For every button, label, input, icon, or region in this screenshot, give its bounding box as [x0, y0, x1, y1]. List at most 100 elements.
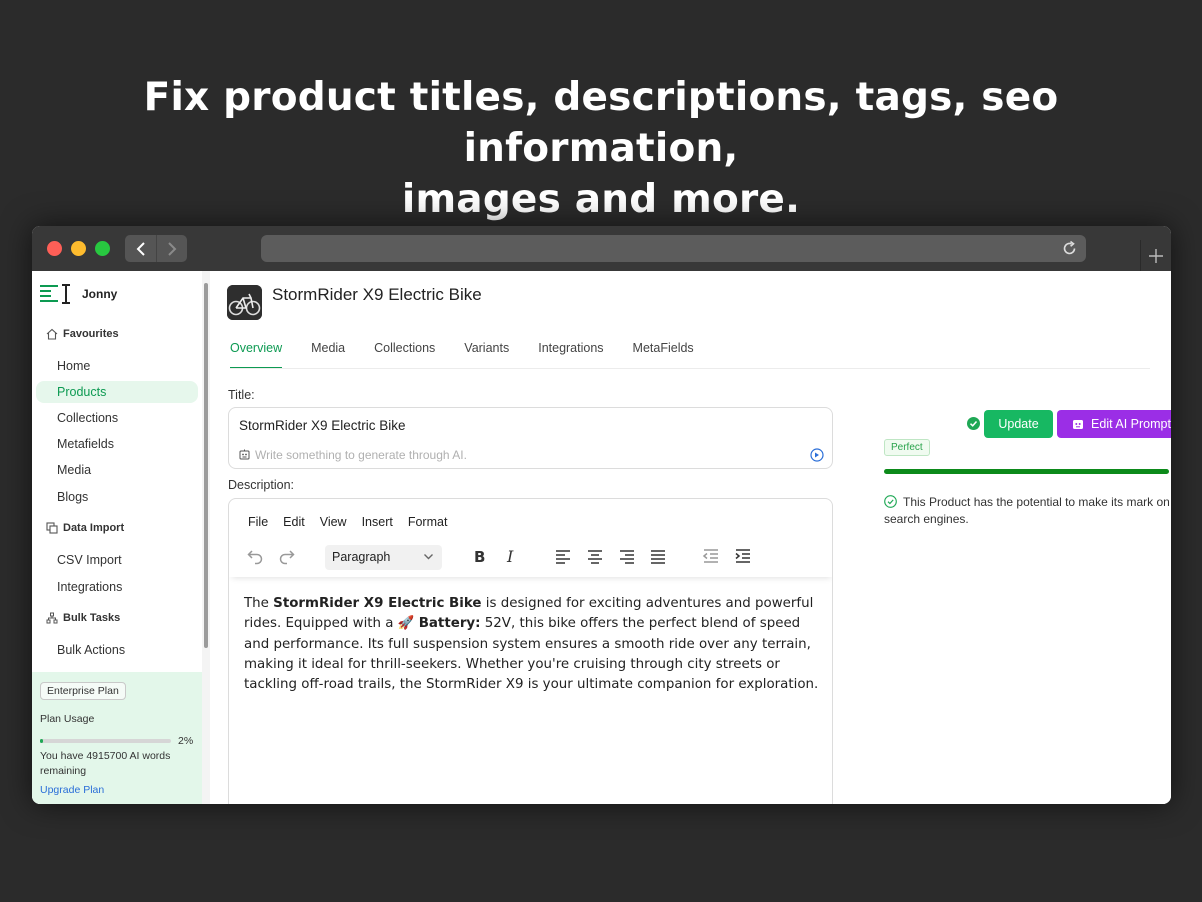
sidebar: Jonny Favourites Home Products Collectio… [32, 271, 210, 804]
product-tabs: Overview Media Collections Variants Inte… [230, 341, 723, 369]
bike-image-icon [227, 285, 262, 320]
menu-view[interactable]: View [320, 515, 347, 529]
headline-line-1: Fix product titles, descriptions, tags, … [143, 75, 1059, 171]
brand-name: Jonny [82, 287, 118, 301]
plan-usage-label: Plan Usage [40, 713, 95, 725]
home-icon [46, 328, 58, 340]
section-data-import: Data Import [46, 522, 124, 534]
plus-icon [1149, 248, 1163, 263]
sidebar-item-home[interactable]: Home [36, 355, 198, 377]
check-outline-icon [884, 495, 897, 508]
address-bar[interactable] [261, 235, 1086, 262]
back-button[interactable] [125, 235, 156, 262]
content-bold-battery: Battery: [418, 616, 481, 632]
plan-badge: Enterprise Plan [40, 682, 126, 700]
block-format-value: Paragraph [332, 550, 391, 564]
sidebar-item-products[interactable]: Products [36, 381, 198, 403]
headline: Fix product titles, descriptions, tags, … [0, 72, 1202, 225]
headline-line-2: images and more. [401, 177, 801, 222]
close-window-button[interactable] [47, 241, 62, 256]
app-logo-icon [40, 284, 70, 304]
main-content: StormRider X9 Electric Bike Overview Med… [210, 271, 1171, 804]
indent-icon[interactable] [734, 547, 752, 565]
undo-icon[interactable] [246, 547, 264, 565]
brand[interactable]: Jonny [39, 283, 117, 305]
sidebar-item-blogs[interactable]: Blogs [36, 486, 198, 508]
maximize-window-button[interactable] [95, 241, 110, 256]
content-text-1: The [244, 596, 274, 611]
seo-status-badge: Perfect [884, 439, 930, 456]
tab-media[interactable]: Media [311, 341, 345, 369]
robot-icon [239, 449, 250, 460]
check-circle-icon [967, 417, 980, 430]
svg-text:B: B [474, 548, 485, 565]
menu-insert[interactable]: Insert [362, 515, 393, 529]
align-left-icon[interactable] [554, 547, 572, 565]
sidebar-scrollbar-thumb[interactable] [204, 283, 208, 648]
menu-file[interactable]: File [248, 515, 268, 529]
copy-icon [46, 522, 58, 534]
section-bulk-tasks: Bulk Tasks [46, 612, 120, 624]
align-justify-icon[interactable] [649, 547, 667, 565]
align-right-icon[interactable] [618, 547, 636, 565]
align-center-icon[interactable] [586, 547, 604, 565]
section-bulk-tasks-label: Bulk Tasks [63, 612, 121, 624]
history-nav [125, 235, 187, 262]
reload-icon[interactable] [1061, 240, 1078, 257]
chevron-right-icon [168, 241, 177, 256]
menu-edit[interactable]: Edit [283, 515, 305, 529]
product-title: StormRider X9 Electric Bike [272, 285, 482, 304]
editor-menubar: File Edit View Insert Format [248, 515, 462, 529]
tab-variants[interactable]: Variants [464, 341, 509, 369]
tab-metafields[interactable]: MetaFields [633, 341, 694, 369]
tab-integrations[interactable]: Integrations [538, 341, 603, 369]
seo-message: This Product has the potential to make i… [884, 494, 1171, 528]
title-value[interactable]: StormRider X9 Electric Bike [239, 418, 406, 433]
browser-window: Jonny Favourites Home Products Collectio… [32, 226, 1171, 804]
usage-progress-fill [40, 739, 43, 743]
new-tab-button[interactable] [1140, 240, 1171, 271]
redo-icon[interactable] [278, 547, 296, 565]
seo-message-text: This Product has the potential to make i… [884, 495, 1170, 526]
italic-icon[interactable]: I [502, 547, 520, 565]
update-button[interactable]: Update [984, 410, 1053, 438]
svg-text:I: I [506, 547, 514, 565]
sidebar-item-csv-import[interactable]: CSV Import [36, 549, 198, 571]
title-field[interactable]: StormRider X9 Electric Bike Write someth… [228, 407, 833, 469]
usage-progress-bar [40, 739, 171, 743]
editor-content[interactable]: The StormRider X9 Electric Bike is desig… [244, 594, 819, 695]
tab-overview[interactable]: Overview [230, 341, 283, 369]
usage-percent: 2% [178, 735, 194, 747]
upgrade-plan-link[interactable]: Upgrade Plan [40, 784, 104, 796]
ai-prompt-input[interactable]: Write something to generate through AI. [239, 448, 467, 462]
chevron-left-icon [136, 241, 145, 256]
description-editor: File Edit View Insert Format Paragraph B… [228, 498, 833, 804]
tab-collections[interactable]: Collections [374, 341, 435, 369]
description-label: Description: [228, 478, 294, 492]
edit-ai-prompt-button[interactable]: Edit AI Prompt [1057, 410, 1171, 438]
sidebar-item-media[interactable]: Media [36, 459, 198, 481]
sidebar-item-collections[interactable]: Collections [36, 407, 198, 429]
minimize-window-button[interactable] [71, 241, 86, 256]
section-favourites-label: Favourites [63, 328, 119, 340]
block-format-select[interactable]: Paragraph [325, 545, 442, 570]
robot-icon [1073, 419, 1084, 429]
browser-chrome [32, 226, 1171, 271]
sidebar-item-bulk-actions[interactable]: Bulk Actions [36, 639, 198, 661]
ai-prompt-placeholder: Write something to generate through AI. [255, 448, 467, 462]
words-remaining: You have 4915700 AI words remaining [40, 750, 171, 777]
edit-ai-prompt-label: Edit AI Prompt [1091, 417, 1171, 431]
sidebar-item-metafields[interactable]: Metafields [36, 433, 198, 455]
menu-format[interactable]: Format [408, 515, 448, 529]
outdent-icon[interactable] [702, 547, 720, 565]
bold-icon[interactable]: B [470, 547, 488, 565]
seo-score-bar [884, 469, 1169, 474]
chevron-down-icon [424, 554, 433, 560]
tabs-divider [230, 368, 1150, 369]
forward-button[interactable] [156, 235, 187, 262]
sidebar-item-integrations[interactable]: Integrations [36, 576, 198, 598]
section-favourites: Favourites [46, 328, 119, 340]
generate-icon[interactable] [810, 448, 824, 462]
section-data-import-label: Data Import [63, 522, 125, 534]
plan-panel: Enterprise Plan Plan Usage 2% You have 4… [32, 672, 202, 804]
